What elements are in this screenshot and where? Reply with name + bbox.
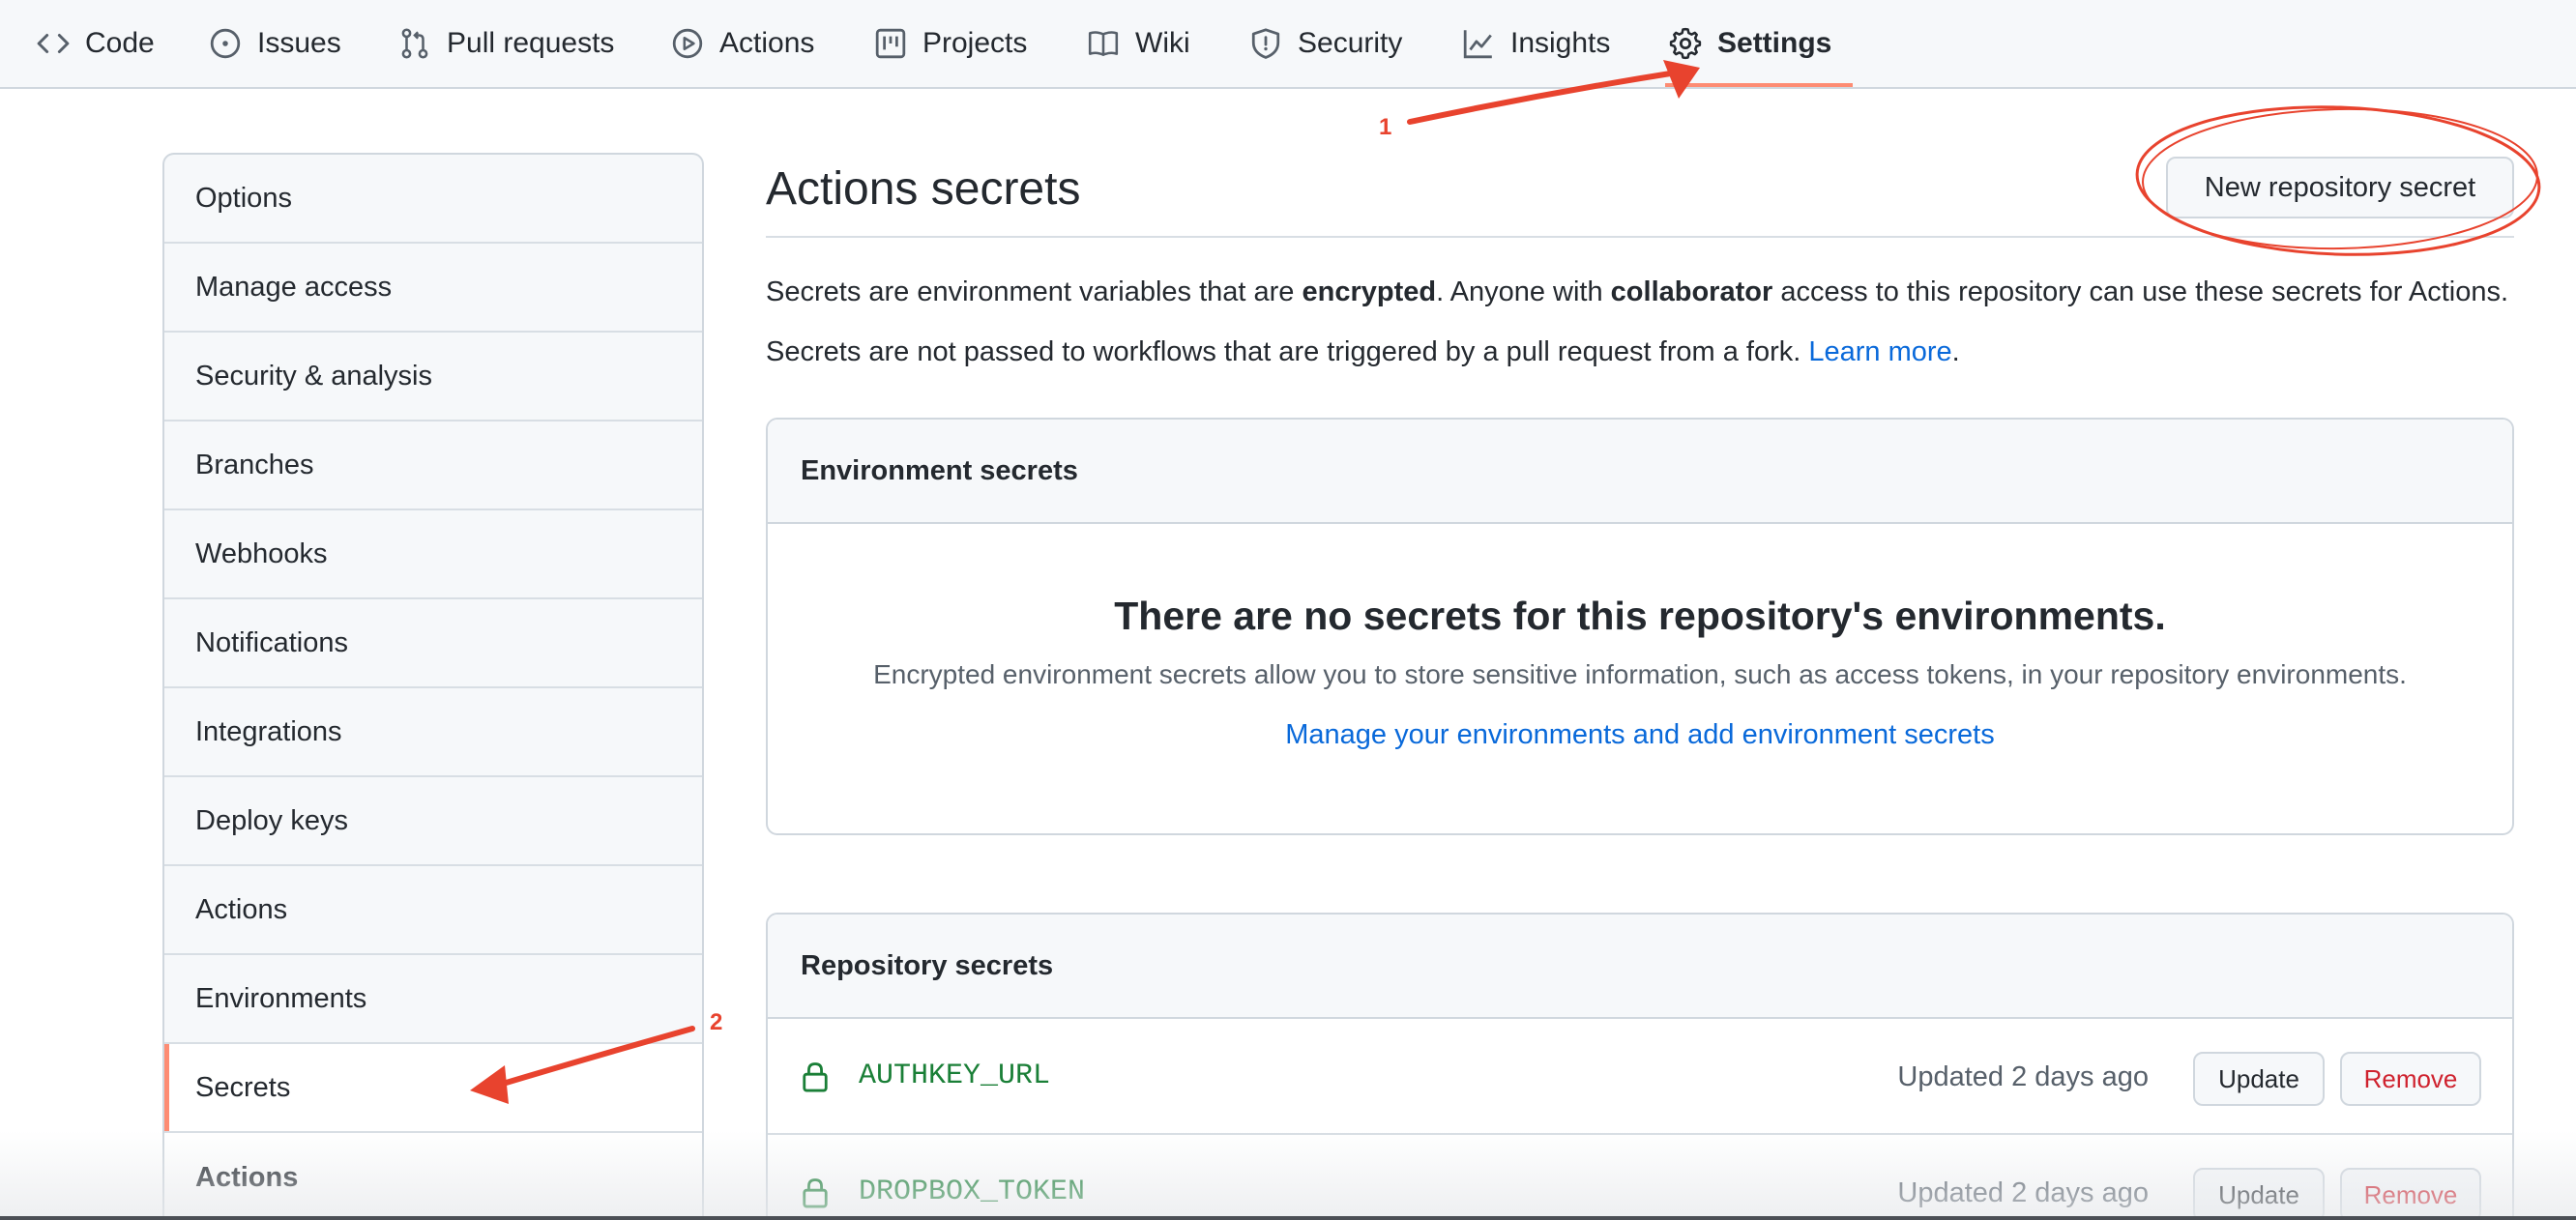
sidebar-item-label: Environments xyxy=(195,982,367,1014)
shield-icon xyxy=(1249,27,1282,60)
sidebar-item-label: Notifications xyxy=(195,626,348,658)
selected-tab-underline xyxy=(1665,83,1853,87)
desc-bold-collaborator: collaborator xyxy=(1610,276,1773,307)
tab-label: Pull requests xyxy=(447,27,615,59)
settings-sidebar: Options Manage access Security & analysi… xyxy=(162,153,704,1220)
sidebar-item-actions[interactable]: Actions xyxy=(164,866,702,955)
sidebar-item-label: Options xyxy=(195,182,292,214)
sidebar-item-deploy-keys[interactable]: Deploy keys xyxy=(164,777,702,866)
update-secret-button[interactable]: Update xyxy=(2193,1168,2325,1220)
repo-nav: Code Issues Pull requests Actions Projec… xyxy=(0,0,2576,89)
tab-label: Issues xyxy=(257,27,341,59)
sidebar-item-label: Integrations xyxy=(195,715,342,747)
repository-secrets-heading: Repository secrets xyxy=(768,915,2512,1019)
gear-icon xyxy=(1669,27,1702,60)
sidebar-item-label: Secrets xyxy=(195,1071,291,1103)
bottom-edge xyxy=(0,1216,2576,1220)
tab-settings[interactable]: Settings xyxy=(1669,0,1831,87)
desc-bold-encrypted: encrypted xyxy=(1302,276,1437,307)
remove-secret-button[interactable]: Remove xyxy=(2340,1168,2481,1220)
tab-code[interactable]: Code xyxy=(37,0,155,87)
tab-label: Settings xyxy=(1717,27,1832,59)
secrets-description: Secrets are environment variables that a… xyxy=(766,276,2508,308)
secret-row: DROPBOX_TOKEN Updated 2 days ago Update … xyxy=(768,1135,2512,1220)
update-secret-button[interactable]: Update xyxy=(2193,1052,2325,1106)
lock-icon xyxy=(801,1061,830,1092)
sidebar-item-notifications[interactable]: Notifications xyxy=(164,599,702,688)
desc-text: Secrets are environment variables that a… xyxy=(766,276,1303,307)
graph-icon xyxy=(1462,27,1495,60)
sidebar-item-webhooks[interactable]: Webhooks xyxy=(164,510,702,599)
tab-label: Wiki xyxy=(1135,27,1190,59)
tab-pull-requests[interactable]: Pull requests xyxy=(398,0,614,87)
book-icon xyxy=(1087,27,1120,60)
tab-actions[interactable]: Actions xyxy=(671,0,814,87)
secret-updated-time: Updated 2 days ago xyxy=(1897,1061,2149,1092)
tab-label: Security xyxy=(1298,27,1403,59)
tab-projects[interactable]: Projects xyxy=(874,0,1027,87)
sidebar-item-options[interactable]: Options xyxy=(164,155,702,244)
environment-secrets-box: Environment secrets There are no secrets… xyxy=(766,418,2514,835)
desc-text: . Anyone with xyxy=(1436,276,1611,307)
project-icon xyxy=(874,27,907,60)
sidebar-item-label: Security & analysis xyxy=(195,360,432,392)
issue-opened-icon xyxy=(209,27,242,60)
environment-secrets-heading: Environment secrets xyxy=(768,420,2512,524)
remove-secret-button[interactable]: Remove xyxy=(2340,1052,2481,1106)
blank-state-title: There are no secrets for this repository… xyxy=(1114,594,2166,638)
tab-label: Actions xyxy=(719,27,815,59)
secret-row: AUTHKEY_URL Updated 2 days ago Update Re… xyxy=(768,1019,2512,1135)
page-title: Actions secrets xyxy=(766,163,1081,215)
fork-note-text: Secrets are not passed to workflows that… xyxy=(766,336,1809,367)
git-pull-request-icon xyxy=(398,27,431,60)
play-icon xyxy=(671,27,704,60)
repository-secrets-box: Repository secrets AUTHKEY_URL Updated 2… xyxy=(766,913,2514,1220)
tab-wiki[interactable]: Wiki xyxy=(1087,0,1190,87)
tab-issues[interactable]: Issues xyxy=(209,0,341,87)
sidebar-section-heading: Actions xyxy=(164,1133,702,1220)
blank-state-description: Encrypted environment secrets allow you … xyxy=(873,659,2407,689)
secret-name: AUTHKEY_URL xyxy=(859,1060,1051,1092)
learn-more-link[interactable]: Learn more xyxy=(1808,336,1951,367)
fork-note: Secrets are not passed to workflows that… xyxy=(766,336,1960,368)
fork-note-end: . xyxy=(1951,336,1960,367)
tab-label: Code xyxy=(85,27,155,59)
tab-label: Projects xyxy=(922,27,1028,59)
sidebar-item-environments[interactable]: Environments xyxy=(164,955,702,1044)
annotation-label-2: 2 xyxy=(710,1009,723,1035)
sidebar-item-label: Deploy keys xyxy=(195,804,348,836)
tab-insights[interactable]: Insights xyxy=(1462,0,1610,87)
manage-environments-link[interactable]: Manage your environments and add environ… xyxy=(768,719,2512,751)
annotation-label-1: 1 xyxy=(1379,114,1392,140)
new-repository-secret-button[interactable]: New repository secret xyxy=(2166,157,2514,218)
sidebar-item-secrets[interactable]: Secrets xyxy=(164,1044,702,1133)
tab-security[interactable]: Security xyxy=(1249,0,1402,87)
sidebar-item-label: Manage access xyxy=(195,271,393,303)
secret-name: DROPBOX_TOKEN xyxy=(859,1176,1086,1208)
sidebar-item-label: Webhooks xyxy=(195,537,328,569)
code-icon xyxy=(37,27,70,60)
sidebar-item-security-analysis[interactable]: Security & analysis xyxy=(164,333,702,421)
sidebar-item-integrations[interactable]: Integrations xyxy=(164,688,702,777)
lock-icon xyxy=(801,1177,830,1208)
title-divider xyxy=(766,236,2514,238)
tab-label: Insights xyxy=(1510,27,1611,59)
desc-text: access to this repository can use these … xyxy=(1772,276,2509,307)
sidebar-item-manage-access[interactable]: Manage access xyxy=(164,244,702,333)
sidebar-item-label: Actions xyxy=(195,893,288,925)
sidebar-item-label: Branches xyxy=(195,449,314,480)
secret-updated-time: Updated 2 days ago xyxy=(1897,1177,2149,1208)
sidebar-item-branches[interactable]: Branches xyxy=(164,421,702,510)
